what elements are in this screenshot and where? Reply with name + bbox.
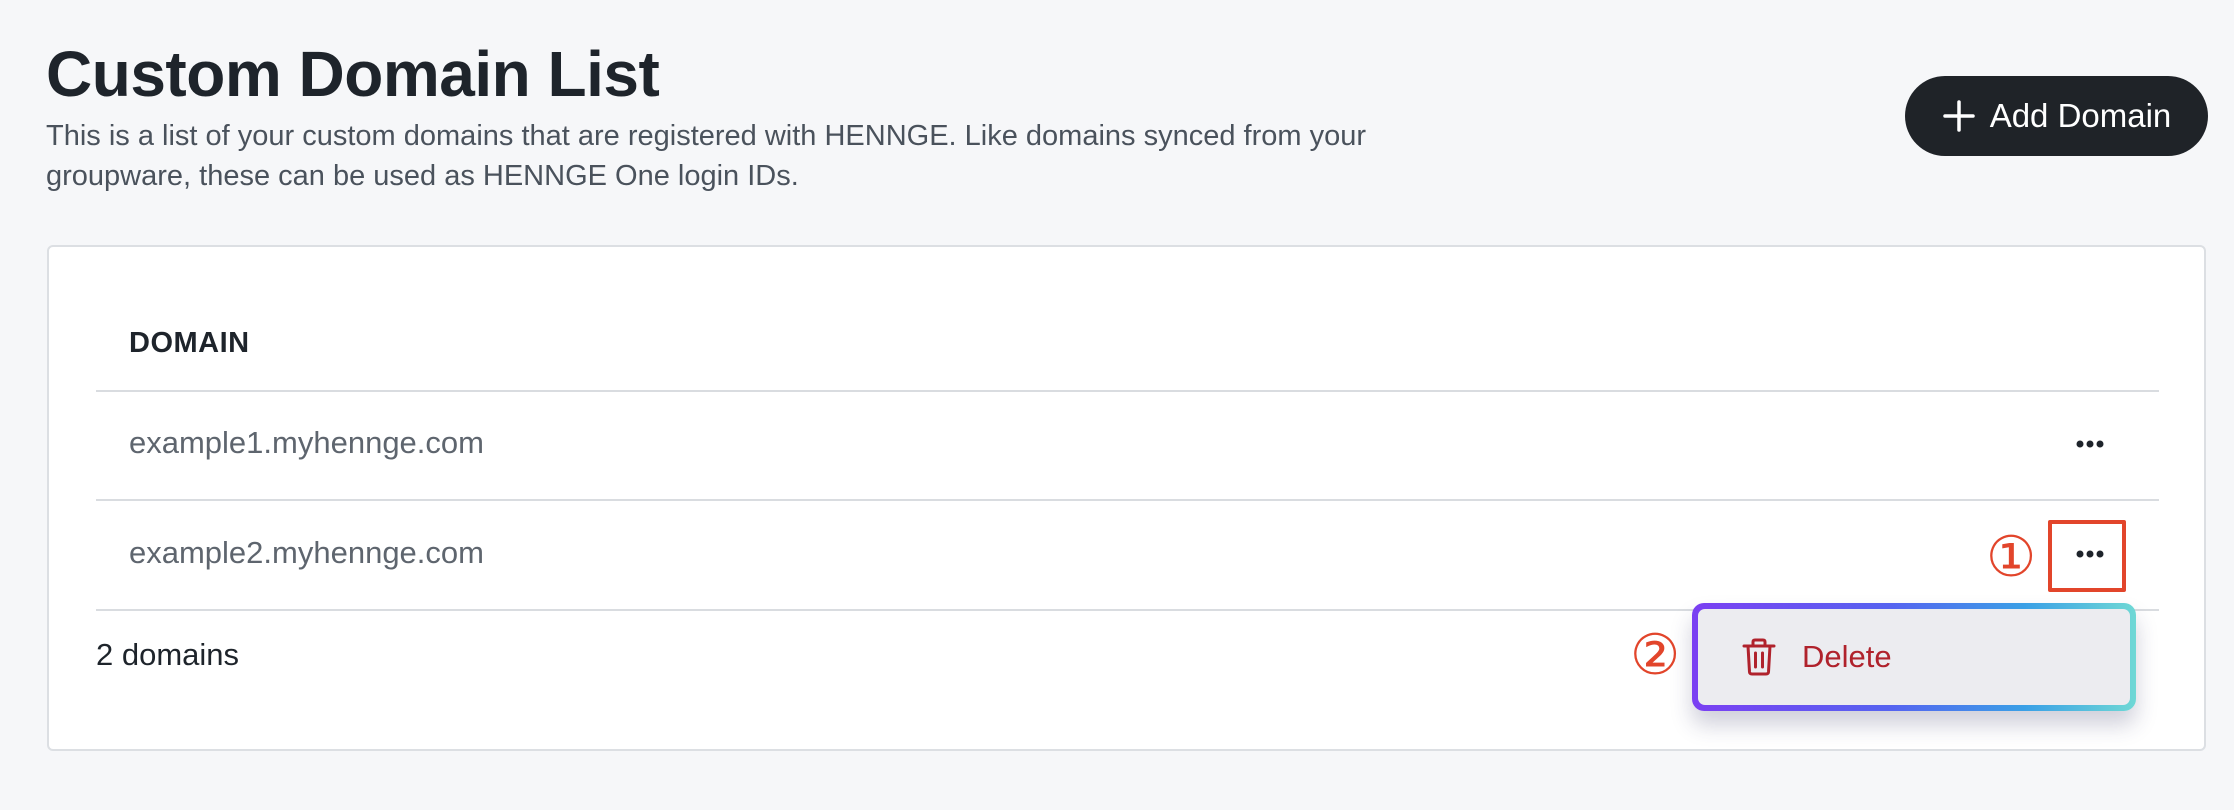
column-header-domain: DOMAIN bbox=[129, 327, 250, 359]
row-context-menu: Delete bbox=[1692, 603, 2136, 711]
menu-item-delete[interactable]: Delete bbox=[1698, 609, 2130, 705]
plus-icon bbox=[1942, 100, 1975, 132]
annotation-step-1: ① bbox=[1986, 525, 2037, 590]
more-horizontal-icon bbox=[2076, 440, 2104, 448]
annotation-highlight-box bbox=[2048, 520, 2126, 592]
row-actions-button[interactable] bbox=[2055, 409, 2125, 479]
row-divider bbox=[96, 499, 2159, 501]
header-divider bbox=[96, 390, 2159, 392]
delete-label: Delete bbox=[1802, 639, 1892, 674]
domain-cell: example1.myhennge.com bbox=[129, 425, 484, 460]
page-title: Custom Domain List bbox=[46, 38, 660, 110]
domain-cell: example2.myhennge.com bbox=[129, 535, 484, 570]
custom-domain-page: Custom Domain List This is a list of you… bbox=[0, 0, 2234, 810]
page-description: This is a list of your custom domains th… bbox=[46, 120, 1367, 192]
domain-count: 2 domains bbox=[96, 637, 240, 672]
annotation-step-2: ② bbox=[1630, 623, 1681, 688]
trash-icon bbox=[1742, 638, 1776, 676]
add-domain-button[interactable]: Add Domain bbox=[1905, 76, 2208, 156]
add-domain-label: Add Domain bbox=[1989, 97, 2172, 134]
